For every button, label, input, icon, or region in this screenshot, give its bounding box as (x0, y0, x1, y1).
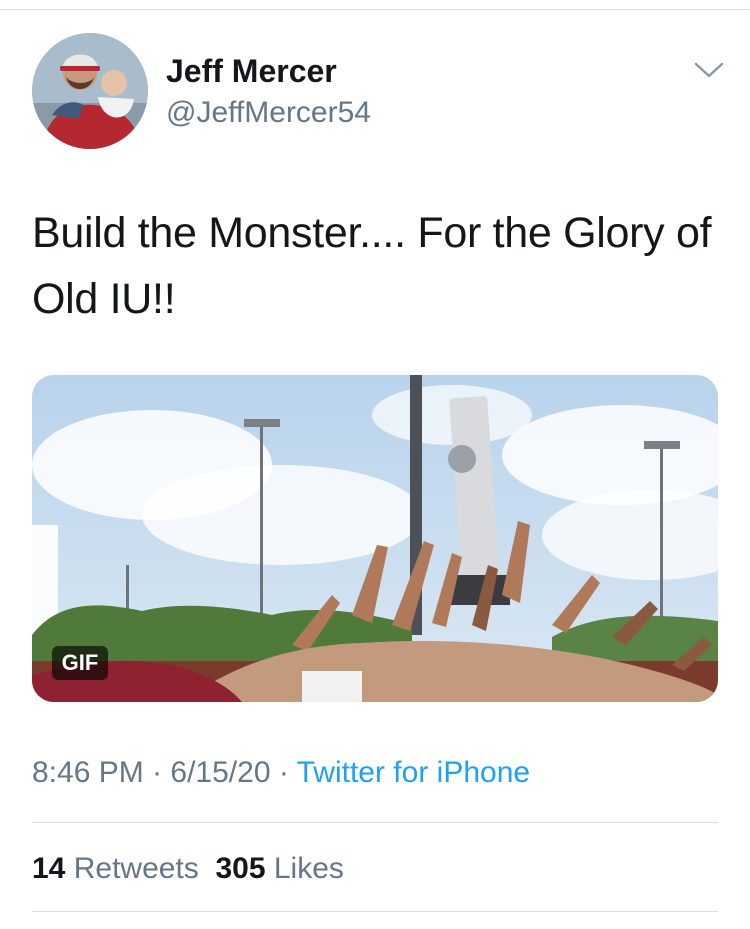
likes-count: 305 (215, 852, 266, 885)
likes-label: Likes (273, 852, 344, 885)
tweet-meta: 8:46 PM · 6/15/20 · Twitter for iPhone (32, 754, 530, 792)
meta-separator-2: · (270, 756, 297, 789)
stats-divider-bottom (32, 911, 718, 912)
tweet-media-gif[interactable] (32, 375, 718, 702)
tweet-date: 6/15/20 (170, 756, 271, 789)
tweet-source-link[interactable]: Twitter for iPhone (297, 756, 530, 789)
tweet-text: Build the Monster.... For the Glory of O… (32, 209, 712, 323)
stats-divider-top (32, 822, 718, 823)
meta-separator: · (143, 756, 171, 789)
likes-link[interactable]: 305 Likes (215, 852, 343, 885)
gif-badge: GIF (52, 646, 108, 680)
retweets-label: Retweets (73, 852, 199, 885)
tweet-time: 8:46 PM (32, 756, 144, 789)
retweets-link[interactable]: 14 Retweets (32, 852, 199, 885)
top-divider (0, 9, 750, 10)
chevron-down-icon[interactable] (692, 58, 726, 82)
author-avatar[interactable] (32, 33, 148, 149)
retweets-count: 14 (32, 852, 66, 885)
author-display-name[interactable]: Jeff Mercer (166, 52, 337, 90)
author-handle[interactable]: @JeffMercer54 (166, 95, 371, 131)
tweet-stats: 14 Retweets 305 Likes (32, 850, 344, 888)
